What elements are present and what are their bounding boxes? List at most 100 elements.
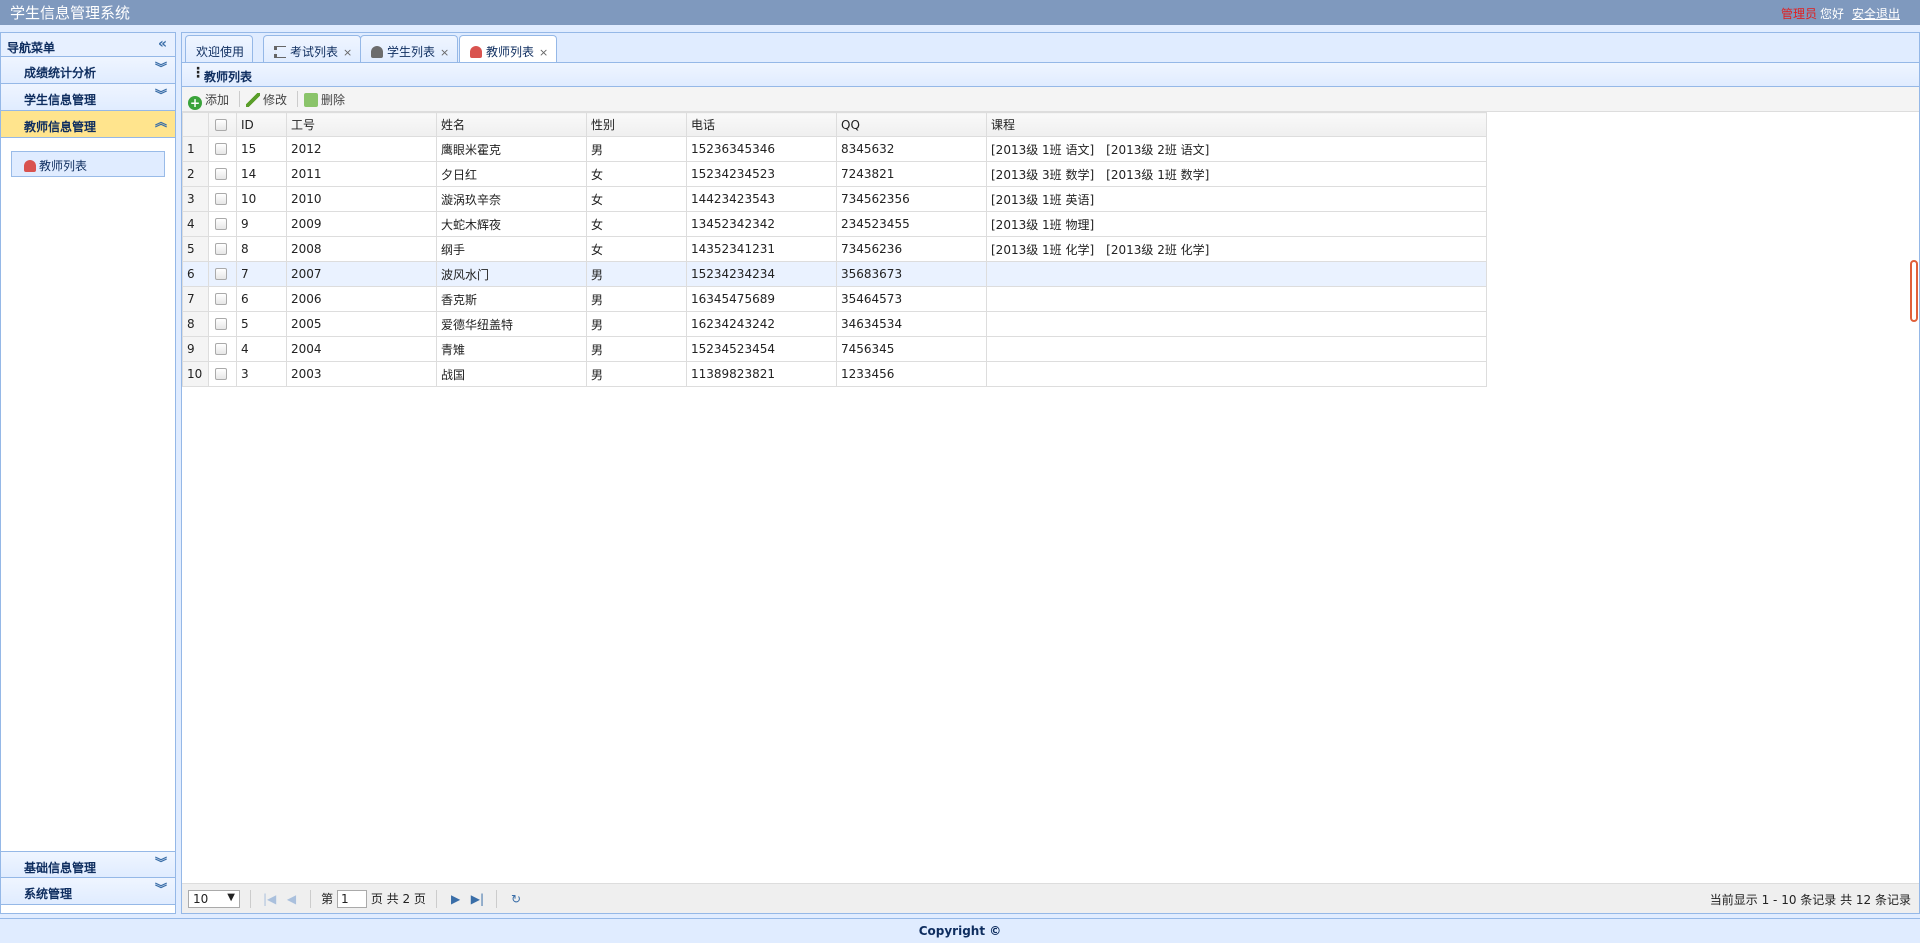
- cell-qq: 1233456: [836, 361, 987, 387]
- row-number: 9: [182, 336, 209, 362]
- cell-name: 香克斯: [436, 286, 587, 312]
- page-number-input[interactable]: 1: [336, 890, 367, 908]
- refresh-icon[interactable]: ↻: [507, 890, 525, 908]
- cell-sex: 男: [586, 261, 687, 287]
- page-suffix: 页 共 2 页: [370, 892, 426, 906]
- edit-button[interactable]: 修改: [246, 91, 287, 108]
- table-row[interactable]: 8 5 2005 爱德华纽盖特男 16234243242 34634534: [182, 311, 1487, 337]
- cell-course: [2013级 1班 英语]: [986, 186, 1487, 212]
- nav-section-score-analysis[interactable]: 成绩统计分析 ︾: [1, 57, 175, 84]
- expand-down-icon[interactable]: ︾: [155, 62, 167, 74]
- tab-student-list[interactable]: 学生列表 ×: [360, 35, 459, 63]
- tab-strip: 欢迎使用 考试列表 × 学生列表 × 教师列表 ×: [182, 33, 1919, 64]
- cell-no: 2008: [286, 236, 437, 262]
- nav-section-system[interactable]: 系统管理 ︾: [1, 878, 175, 905]
- teacher-table: ID 工号 姓名 性别 电话 QQ 课程 1 15 2012 鹰眼米霍克男 152363…: [182, 112, 1487, 387]
- column-header-phone[interactable]: 电话: [686, 112, 837, 137]
- tab-teacher-list[interactable]: 教师列表 ×: [459, 35, 558, 64]
- cell-phone: 11389823821: [686, 361, 837, 387]
- cell-sex: 女: [586, 236, 687, 262]
- column-header-id[interactable]: ID: [236, 112, 287, 137]
- close-icon[interactable]: ×: [539, 46, 548, 59]
- record-info: 当前显示 1 - 10 条记录 共 12 条记录: [1709, 893, 1911, 907]
- cell-id: 14: [236, 161, 287, 187]
- cell-no: 2011: [286, 161, 437, 187]
- row-number: 6: [182, 261, 209, 287]
- rownum-header: [182, 112, 209, 137]
- row-checkbox[interactable]: [215, 218, 227, 230]
- top-bar: 学生信息管理系统 管理员 您好 安全退出: [0, 0, 1920, 25]
- collapse-left-icon[interactable]: «: [158, 36, 167, 52]
- column-header-sex[interactable]: 性别: [586, 112, 687, 137]
- table-row[interactable]: 9 4 2004 青雉男 15234523454 7456345: [182, 336, 1487, 362]
- table-row[interactable]: 6 7 2007 波风水门男 15234234234 35683673: [182, 261, 1487, 287]
- row-checkbox[interactable]: [215, 268, 227, 280]
- cell-phone: 16345475689: [686, 286, 837, 312]
- row-checkbox[interactable]: [215, 168, 227, 180]
- expand-down-icon[interactable]: ︾: [155, 883, 167, 895]
- table-row[interactable]: 5 8 2008 纲手女 14352341231 73456236 [2013级 1班 化学…: [182, 236, 1487, 262]
- cell-id: 5: [236, 311, 287, 337]
- table-row[interactable]: 1 15 2012 鹰眼米霍克男 15236345346 8345632 [2013级 1班…: [182, 136, 1487, 162]
- column-header-name[interactable]: 姓名: [436, 112, 587, 137]
- table-row[interactable]: 3 10 2010 漩涡玖辛奈女 14423423543 734562356 [2013级 …: [182, 186, 1487, 212]
- table-row[interactable]: 4 9 2009 大蛇木辉夜女 13452342342 234523455 [2013级 1…: [182, 211, 1487, 237]
- user-role: 管理员: [1780, 7, 1817, 21]
- first-page-icon[interactable]: |◀: [261, 890, 279, 908]
- add-button[interactable]: + 添加: [188, 91, 229, 110]
- delete-button[interactable]: 删除: [304, 91, 345, 108]
- cell-phone: 16234243242: [686, 311, 837, 337]
- tab-exam-list[interactable]: 考试列表 ×: [263, 35, 362, 63]
- panel-header: ⋮ 教师列表: [182, 63, 1919, 87]
- row-number: 4: [182, 211, 209, 237]
- column-header-no[interactable]: 工号: [286, 112, 437, 137]
- cell-course: [2013级 1班 化学] [2013级 2班 化学]: [986, 236, 1487, 262]
- row-number: 2: [182, 161, 209, 187]
- row-checkbox[interactable]: [215, 143, 227, 155]
- cell-name: 青雉: [436, 336, 587, 362]
- last-page-icon[interactable]: ▶|: [468, 890, 486, 908]
- tab-welcome[interactable]: 欢迎使用: [185, 35, 254, 63]
- cell-course: [986, 361, 1487, 387]
- prev-page-icon[interactable]: ◀: [282, 890, 300, 908]
- row-checkbox-cell: [208, 211, 237, 237]
- expand-down-icon[interactable]: ︾: [155, 89, 167, 101]
- table-row[interactable]: 2 14 2011 夕日红女 15234234523 7243821 [2013级 3班 数…: [182, 161, 1487, 187]
- cell-name: 夕日红: [436, 161, 587, 187]
- column-header-qq[interactable]: QQ: [836, 112, 987, 137]
- collapse-up-icon[interactable]: ︽: [155, 116, 167, 128]
- teacher-icon: [24, 160, 36, 172]
- next-page-icon[interactable]: ▶: [447, 890, 465, 908]
- table-header-row: ID 工号 姓名 性别 电话 QQ 课程: [182, 112, 1487, 137]
- select-all-checkbox[interactable]: [215, 118, 227, 131]
- edit-label: 修改: [263, 93, 288, 107]
- nav-header: 导航菜单 «: [1, 33, 175, 57]
- page-size-select[interactable]: 10 ▼: [188, 890, 240, 908]
- nav-section-label: 成绩统计分析: [24, 66, 97, 80]
- footer: Copyright ©: [0, 918, 1920, 943]
- row-checkbox-cell: [208, 136, 237, 162]
- nav-section-student-management[interactable]: 学生信息管理 ︾: [1, 84, 175, 111]
- table-row[interactable]: 7 6 2006 香克斯男 16345475689 35464573: [182, 286, 1487, 312]
- row-checkbox[interactable]: [215, 368, 227, 380]
- expand-down-icon[interactable]: ︾: [155, 857, 167, 869]
- table-row[interactable]: 10 3 2003 战国男 11389823821 1233456: [182, 361, 1487, 387]
- pencil-icon: [246, 93, 261, 107]
- row-checkbox[interactable]: [215, 293, 227, 305]
- nav-item-teacher-list[interactable]: 教师列表: [11, 151, 165, 177]
- row-checkbox[interactable]: [215, 343, 227, 355]
- logout-link[interactable]: 安全退出: [1852, 7, 1900, 21]
- close-icon[interactable]: ×: [343, 46, 352, 59]
- tab-label: 教师列表: [486, 45, 535, 59]
- row-checkbox[interactable]: [215, 243, 227, 255]
- row-checkbox[interactable]: [215, 318, 227, 330]
- close-icon[interactable]: ×: [440, 46, 449, 59]
- cell-sex: 女: [586, 186, 687, 212]
- nav-section-teacher-management[interactable]: 教师信息管理 ︽: [1, 111, 175, 138]
- cell-qq: 34634534: [836, 311, 987, 337]
- page-scrollbar[interactable]: [1910, 260, 1918, 322]
- nav-section-basic-info[interactable]: 基础信息管理 ︾: [1, 851, 175, 878]
- cell-no: 2012: [286, 136, 437, 162]
- row-checkbox[interactable]: [215, 193, 227, 205]
- column-header-course[interactable]: 课程: [986, 112, 1487, 137]
